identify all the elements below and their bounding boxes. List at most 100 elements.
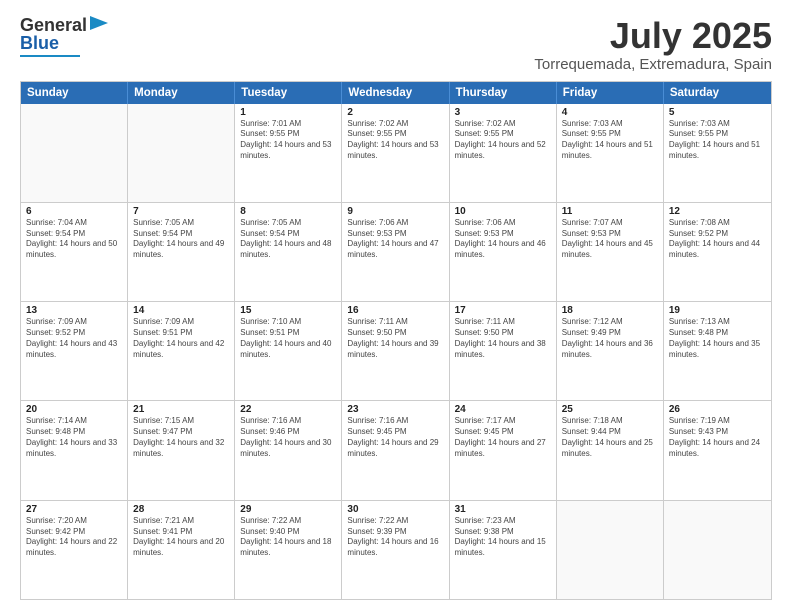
- calendar-cell: 29Sunrise: 7:22 AMSunset: 9:40 PMDayligh…: [235, 501, 342, 599]
- calendar-cell: 21Sunrise: 7:15 AMSunset: 9:47 PMDayligh…: [128, 401, 235, 499]
- calendar-cell: 3Sunrise: 7:02 AMSunset: 9:55 PMDaylight…: [450, 104, 557, 202]
- calendar-row-1: 6Sunrise: 7:04 AMSunset: 9:54 PMDaylight…: [21, 202, 771, 301]
- calendar-cell: [664, 501, 771, 599]
- cell-day-number: 9: [347, 206, 443, 217]
- cell-info: Sunrise: 7:09 AMSunset: 9:51 PMDaylight:…: [133, 317, 229, 360]
- cell-info: Sunrise: 7:03 AMSunset: 9:55 PMDaylight:…: [669, 119, 766, 162]
- calendar-cell: [557, 501, 664, 599]
- page: General Blue July 2025 Torrequemada, Ext…: [0, 0, 792, 612]
- cell-day-number: 29: [240, 504, 336, 515]
- calendar-cell: 13Sunrise: 7:09 AMSunset: 9:52 PMDayligh…: [21, 302, 128, 400]
- cell-info: Sunrise: 7:02 AMSunset: 9:55 PMDaylight:…: [455, 119, 551, 162]
- calendar-cell: 17Sunrise: 7:11 AMSunset: 9:50 PMDayligh…: [450, 302, 557, 400]
- calendar-cell: 12Sunrise: 7:08 AMSunset: 9:52 PMDayligh…: [664, 203, 771, 301]
- calendar-row-0: 1Sunrise: 7:01 AMSunset: 9:55 PMDaylight…: [21, 104, 771, 202]
- cell-day-number: 16: [347, 305, 443, 316]
- calendar-cell: 31Sunrise: 7:23 AMSunset: 9:38 PMDayligh…: [450, 501, 557, 599]
- cell-day-number: 23: [347, 404, 443, 415]
- header-day-wednesday: Wednesday: [342, 82, 449, 104]
- calendar-cell: 11Sunrise: 7:07 AMSunset: 9:53 PMDayligh…: [557, 203, 664, 301]
- calendar-cell: 23Sunrise: 7:16 AMSunset: 9:45 PMDayligh…: [342, 401, 449, 499]
- header-day-friday: Friday: [557, 82, 664, 104]
- cell-day-number: 30: [347, 504, 443, 515]
- header-day-sunday: Sunday: [21, 82, 128, 104]
- calendar-cell: 28Sunrise: 7:21 AMSunset: 9:41 PMDayligh…: [128, 501, 235, 599]
- cell-day-number: 28: [133, 504, 229, 515]
- cell-info: Sunrise: 7:11 AMSunset: 9:50 PMDaylight:…: [455, 317, 551, 360]
- cell-info: Sunrise: 7:23 AMSunset: 9:38 PMDaylight:…: [455, 516, 551, 559]
- cell-info: Sunrise: 7:19 AMSunset: 9:43 PMDaylight:…: [669, 416, 766, 459]
- calendar-cell: 22Sunrise: 7:16 AMSunset: 9:46 PMDayligh…: [235, 401, 342, 499]
- cell-day-number: 10: [455, 206, 551, 217]
- calendar-cell: 25Sunrise: 7:18 AMSunset: 9:44 PMDayligh…: [557, 401, 664, 499]
- cell-info: Sunrise: 7:13 AMSunset: 9:48 PMDaylight:…: [669, 317, 766, 360]
- cell-info: Sunrise: 7:17 AMSunset: 9:45 PMDaylight:…: [455, 416, 551, 459]
- cell-info: Sunrise: 7:06 AMSunset: 9:53 PMDaylight:…: [347, 218, 443, 261]
- cell-day-number: 20: [26, 404, 122, 415]
- calendar-cell: 10Sunrise: 7:06 AMSunset: 9:53 PMDayligh…: [450, 203, 557, 301]
- cell-info: Sunrise: 7:05 AMSunset: 9:54 PMDaylight:…: [133, 218, 229, 261]
- calendar-cell: 4Sunrise: 7:03 AMSunset: 9:55 PMDaylight…: [557, 104, 664, 202]
- calendar-cell: 20Sunrise: 7:14 AMSunset: 9:48 PMDayligh…: [21, 401, 128, 499]
- cell-day-number: 24: [455, 404, 551, 415]
- cell-day-number: 25: [562, 404, 658, 415]
- cell-info: Sunrise: 7:14 AMSunset: 9:48 PMDaylight:…: [26, 416, 122, 459]
- cell-info: Sunrise: 7:18 AMSunset: 9:44 PMDaylight:…: [562, 416, 658, 459]
- logo: General Blue: [20, 16, 108, 57]
- cell-day-number: 17: [455, 305, 551, 316]
- calendar-cell: 8Sunrise: 7:05 AMSunset: 9:54 PMDaylight…: [235, 203, 342, 301]
- calendar-cell: 30Sunrise: 7:22 AMSunset: 9:39 PMDayligh…: [342, 501, 449, 599]
- calendar-cell: 5Sunrise: 7:03 AMSunset: 9:55 PMDaylight…: [664, 104, 771, 202]
- calendar-cell: 1Sunrise: 7:01 AMSunset: 9:55 PMDaylight…: [235, 104, 342, 202]
- calendar-cell: [128, 104, 235, 202]
- cell-info: Sunrise: 7:15 AMSunset: 9:47 PMDaylight:…: [133, 416, 229, 459]
- cell-info: Sunrise: 7:10 AMSunset: 9:51 PMDaylight:…: [240, 317, 336, 360]
- cell-info: Sunrise: 7:16 AMSunset: 9:46 PMDaylight:…: [240, 416, 336, 459]
- cell-day-number: 5: [669, 107, 766, 118]
- cell-info: Sunrise: 7:02 AMSunset: 9:55 PMDaylight:…: [347, 119, 443, 162]
- logo-arrow-icon: [90, 16, 108, 30]
- header-day-tuesday: Tuesday: [235, 82, 342, 104]
- cell-info: Sunrise: 7:22 AMSunset: 9:40 PMDaylight:…: [240, 516, 336, 559]
- calendar-row-3: 20Sunrise: 7:14 AMSunset: 9:48 PMDayligh…: [21, 400, 771, 499]
- cell-day-number: 26: [669, 404, 766, 415]
- cell-day-number: 22: [240, 404, 336, 415]
- calendar-cell: 27Sunrise: 7:20 AMSunset: 9:42 PMDayligh…: [21, 501, 128, 599]
- cell-day-number: 4: [562, 107, 658, 118]
- cell-info: Sunrise: 7:11 AMSunset: 9:50 PMDaylight:…: [347, 317, 443, 360]
- header: General Blue July 2025 Torrequemada, Ext…: [20, 16, 772, 73]
- calendar-cell: 14Sunrise: 7:09 AMSunset: 9:51 PMDayligh…: [128, 302, 235, 400]
- cell-info: Sunrise: 7:05 AMSunset: 9:54 PMDaylight:…: [240, 218, 336, 261]
- calendar-cell: 9Sunrise: 7:06 AMSunset: 9:53 PMDaylight…: [342, 203, 449, 301]
- calendar-cell: [21, 104, 128, 202]
- cell-day-number: 19: [669, 305, 766, 316]
- cell-info: Sunrise: 7:06 AMSunset: 9:53 PMDaylight:…: [455, 218, 551, 261]
- cell-info: Sunrise: 7:12 AMSunset: 9:49 PMDaylight:…: [562, 317, 658, 360]
- cell-day-number: 3: [455, 107, 551, 118]
- calendar-row-2: 13Sunrise: 7:09 AMSunset: 9:52 PMDayligh…: [21, 301, 771, 400]
- cell-info: Sunrise: 7:01 AMSunset: 9:55 PMDaylight:…: [240, 119, 336, 162]
- calendar-cell: 24Sunrise: 7:17 AMSunset: 9:45 PMDayligh…: [450, 401, 557, 499]
- calendar-cell: 19Sunrise: 7:13 AMSunset: 9:48 PMDayligh…: [664, 302, 771, 400]
- cell-info: Sunrise: 7:22 AMSunset: 9:39 PMDaylight:…: [347, 516, 443, 559]
- calendar-cell: 15Sunrise: 7:10 AMSunset: 9:51 PMDayligh…: [235, 302, 342, 400]
- cell-day-number: 15: [240, 305, 336, 316]
- cell-day-number: 27: [26, 504, 122, 515]
- logo-underline: [20, 55, 80, 57]
- cell-info: Sunrise: 7:04 AMSunset: 9:54 PMDaylight:…: [26, 218, 122, 261]
- main-title: July 2025: [534, 16, 772, 56]
- cell-info: Sunrise: 7:16 AMSunset: 9:45 PMDaylight:…: [347, 416, 443, 459]
- calendar-cell: 6Sunrise: 7:04 AMSunset: 9:54 PMDaylight…: [21, 203, 128, 301]
- cell-info: Sunrise: 7:21 AMSunset: 9:41 PMDaylight:…: [133, 516, 229, 559]
- calendar-cell: 16Sunrise: 7:11 AMSunset: 9:50 PMDayligh…: [342, 302, 449, 400]
- cell-day-number: 12: [669, 206, 766, 217]
- header-day-saturday: Saturday: [664, 82, 771, 104]
- cell-day-number: 14: [133, 305, 229, 316]
- cell-day-number: 21: [133, 404, 229, 415]
- calendar-body: 1Sunrise: 7:01 AMSunset: 9:55 PMDaylight…: [21, 104, 771, 599]
- cell-day-number: 7: [133, 206, 229, 217]
- calendar-header: SundayMondayTuesdayWednesdayThursdayFrid…: [21, 82, 771, 104]
- cell-info: Sunrise: 7:07 AMSunset: 9:53 PMDaylight:…: [562, 218, 658, 261]
- title-block: July 2025 Torrequemada, Extremadura, Spa…: [534, 16, 772, 73]
- cell-info: Sunrise: 7:09 AMSunset: 9:52 PMDaylight:…: [26, 317, 122, 360]
